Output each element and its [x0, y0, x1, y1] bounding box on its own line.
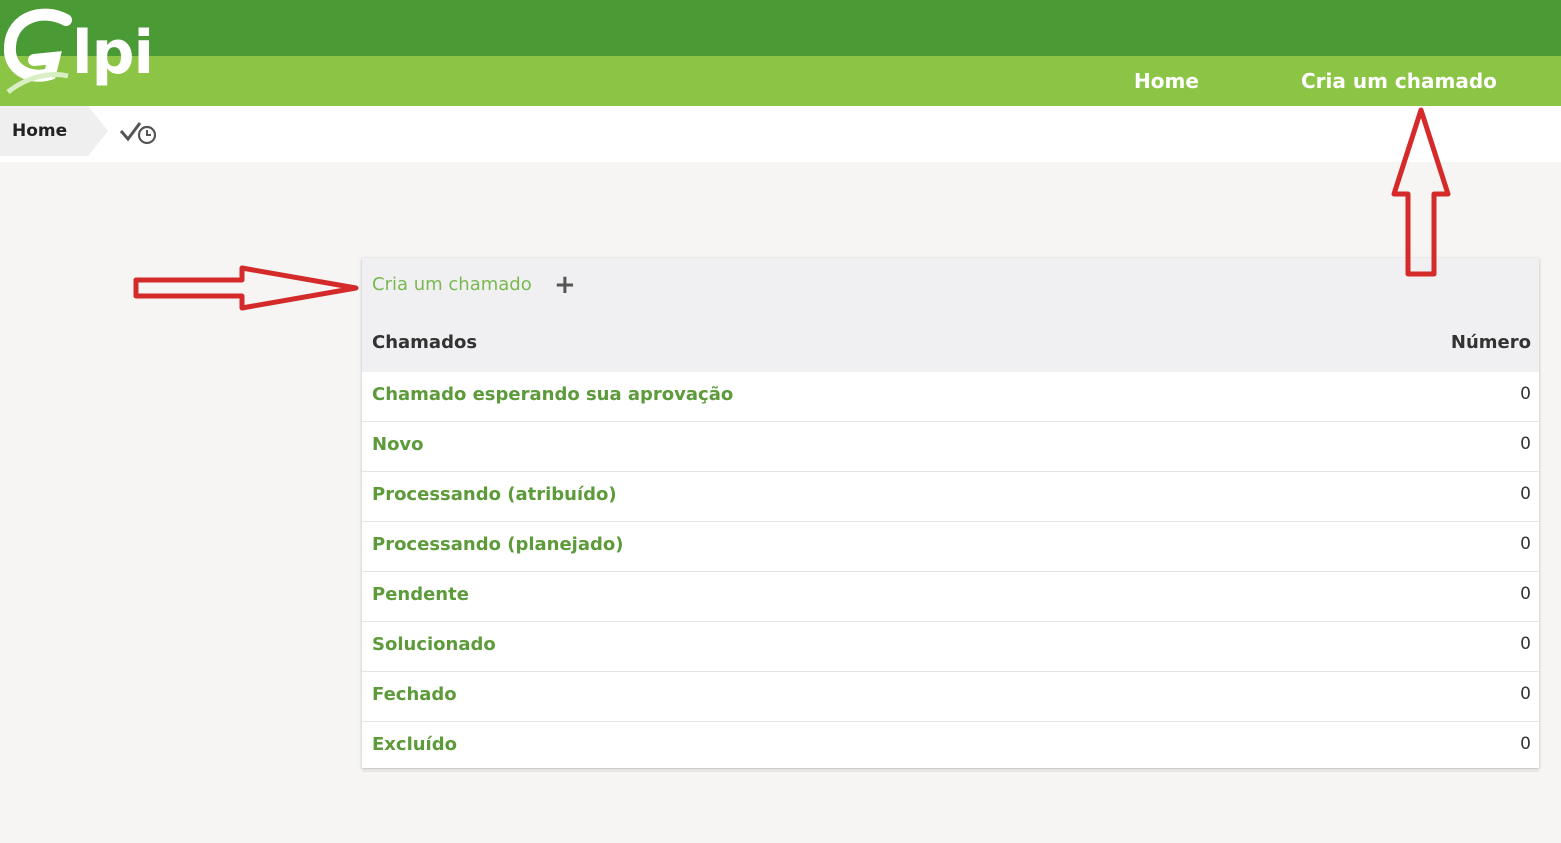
breadcrumb: Home [0, 106, 1561, 162]
annotation-arrow-right-icon [133, 265, 359, 311]
column-header-number: Número [1450, 332, 1531, 353]
status-count: 0 [1520, 434, 1531, 454]
status-count: 0 [1520, 734, 1531, 754]
status-link-deleted[interactable]: Excluído [372, 734, 457, 755]
table-row: Solucionado 0 [362, 622, 1539, 672]
column-header-tickets: Chamados [372, 332, 478, 353]
status-count: 0 [1520, 484, 1531, 504]
status-count: 0 [1520, 584, 1531, 604]
glpi-logo[interactable]: lpi [3, 6, 164, 96]
panel-header: Cria um chamado + Chamados Número [362, 258, 1539, 372]
glpi-swoosh-icon [3, 8, 72, 94]
header-top-band [0, 0, 1561, 56]
status-link-processing-planned[interactable]: Processando (planejado) [372, 534, 623, 555]
table-row: Processando (atribuído) 0 [362, 472, 1539, 522]
status-count: 0 [1520, 384, 1531, 404]
status-link-closed[interactable]: Fechado [372, 684, 457, 705]
table-row: Chamado esperando sua aprovação 0 [362, 372, 1539, 422]
table-row: Processando (planejado) 0 [362, 522, 1539, 572]
check-clock-icon[interactable] [118, 119, 160, 145]
status-count: 0 [1520, 534, 1531, 554]
status-link-solved[interactable]: Solucionado [372, 634, 496, 655]
nav-create-ticket-link[interactable]: Cria um chamado [1301, 56, 1497, 106]
table-row: Fechado 0 [362, 672, 1539, 722]
tickets-table: Chamado esperando sua aprovação 0 Novo 0… [362, 372, 1539, 772]
status-link-pending[interactable]: Pendente [372, 584, 469, 605]
create-ticket-link[interactable]: Cria um chamado [372, 274, 532, 295]
annotation-arrow-up-icon [1391, 107, 1451, 277]
top-header: lpi Home Cria um chamado [0, 0, 1561, 106]
status-link-processing-assigned[interactable]: Processando (atribuído) [372, 484, 617, 505]
add-ticket-plus-icon[interactable]: + [554, 270, 576, 300]
status-count: 0 [1520, 634, 1531, 654]
table-row: Excluído 0 [362, 722, 1539, 772]
table-row: Pendente 0 [362, 572, 1539, 622]
status-link-new[interactable]: Novo [372, 434, 424, 455]
status-count: 0 [1520, 684, 1531, 704]
table-row: Novo 0 [362, 422, 1539, 472]
breadcrumb-separator [88, 106, 108, 156]
logo-text: lpi [72, 18, 154, 88]
tickets-panel: Cria um chamado + Chamados Número Chamad… [362, 258, 1539, 772]
status-link-awaiting-approval[interactable]: Chamado esperando sua aprovação [372, 384, 733, 405]
breadcrumb-home[interactable]: Home [0, 106, 88, 156]
nav-home-link[interactable]: Home [1134, 56, 1199, 106]
